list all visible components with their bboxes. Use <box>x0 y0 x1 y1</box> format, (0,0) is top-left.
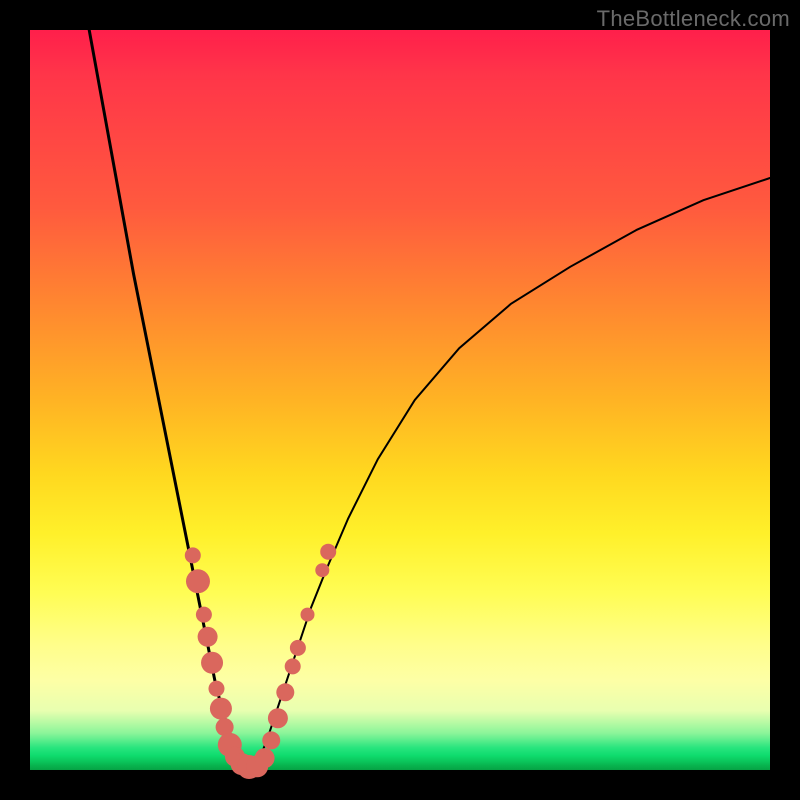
data-point <box>290 640 306 656</box>
data-point <box>315 563 329 577</box>
curve-group <box>89 30 770 770</box>
data-point <box>276 683 294 701</box>
data-point <box>201 652 223 674</box>
plot-area <box>30 30 770 770</box>
data-point <box>186 569 210 593</box>
data-point <box>268 708 288 728</box>
data-point <box>320 544 336 560</box>
data-point <box>285 658 301 674</box>
data-point <box>262 731 280 749</box>
data-point <box>208 681 224 697</box>
data-point <box>196 607 212 623</box>
left-branch-line <box>89 30 252 770</box>
chart-svg <box>30 30 770 770</box>
watermark-text: TheBottleneck.com <box>597 6 790 32</box>
right-branch-line <box>252 178 770 770</box>
data-point <box>210 698 232 720</box>
data-point <box>301 608 315 622</box>
data-point <box>185 547 201 563</box>
data-point <box>198 627 218 647</box>
data-point <box>255 748 275 768</box>
dots-group <box>185 544 336 779</box>
chart-frame: TheBottleneck.com <box>0 0 800 800</box>
